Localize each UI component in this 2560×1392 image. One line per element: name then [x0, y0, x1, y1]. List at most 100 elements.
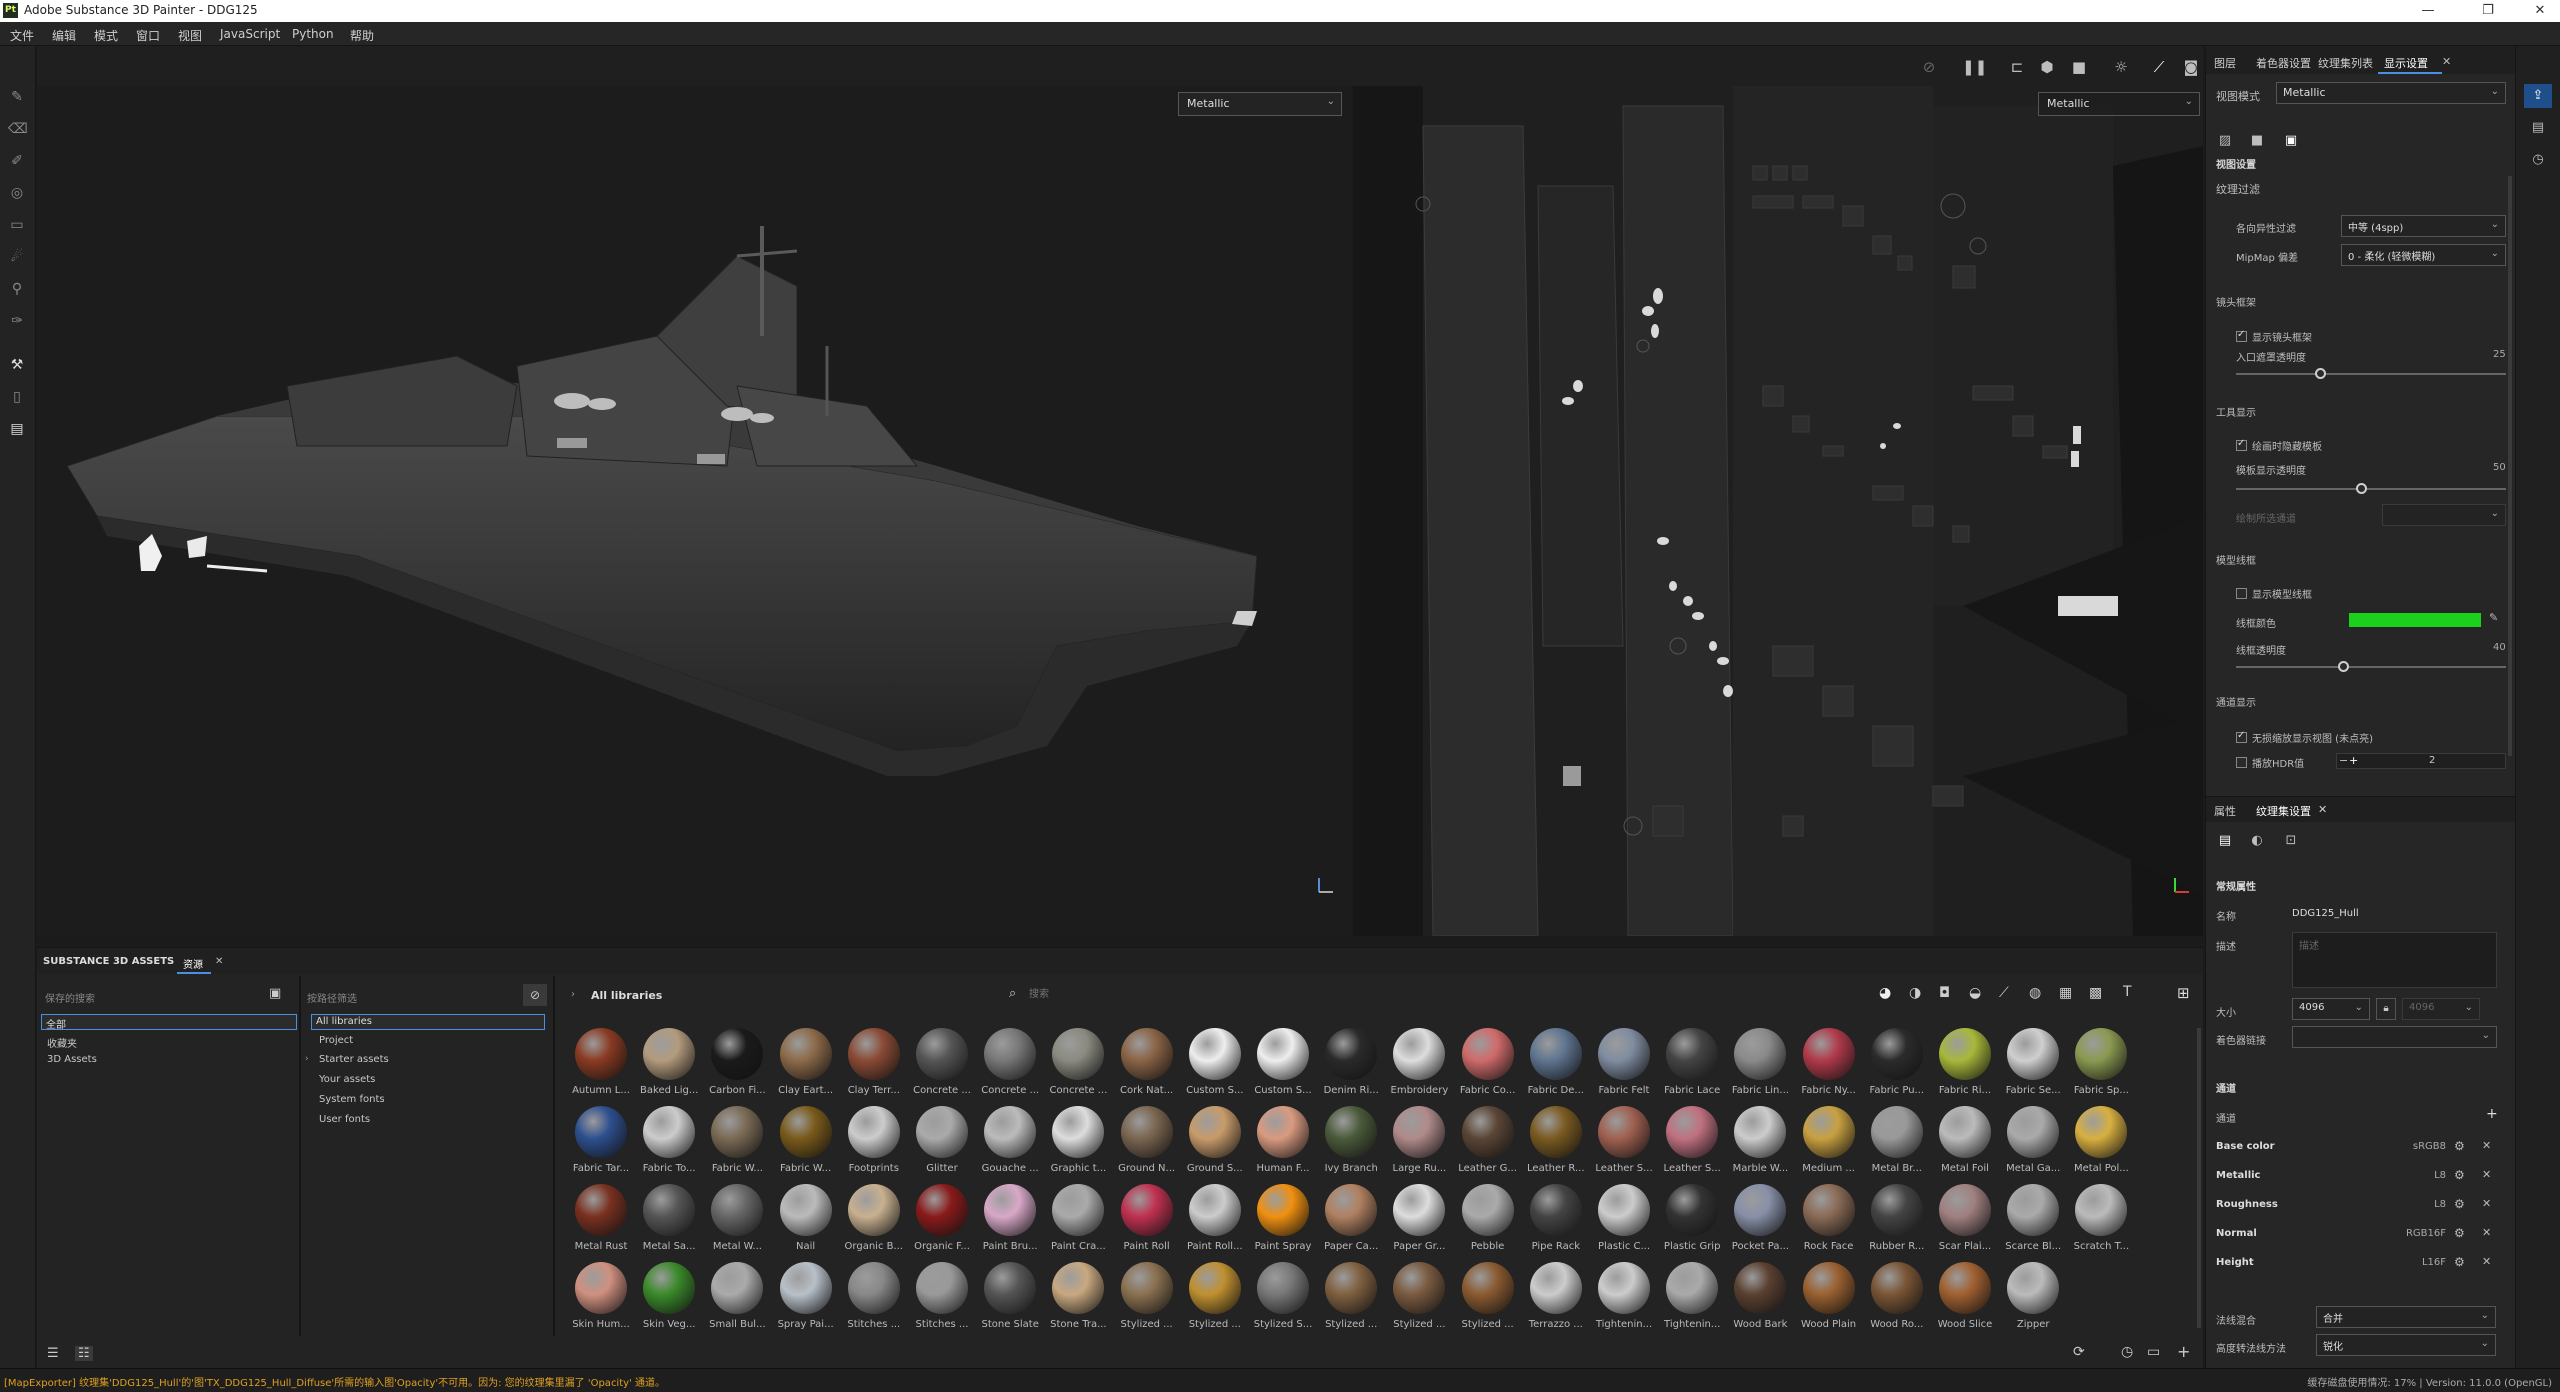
asset-item[interactable]: Stone Slate [976, 1262, 1044, 1340]
isolate-checkbox[interactable] [2236, 730, 2247, 743]
menu-javascript[interactable]: JavaScript [220, 27, 280, 41]
show-frame-checkbox[interactable] [2236, 329, 2247, 342]
asset-item[interactable]: Fabric Tar... [567, 1106, 635, 1184]
settings-icon[interactable]: ⚙ [2454, 1226, 2465, 1240]
screenshot-icon[interactable]: ◙ [2180, 56, 2202, 78]
pause-icon[interactable]: ❚❚ [1962, 56, 1987, 78]
environment-icon[interactable]: ▨ [2214, 130, 2236, 152]
asset-item[interactable]: Marble W... [1726, 1106, 1794, 1184]
asset-item[interactable]: Rock Face [1795, 1184, 1863, 1262]
asset-item[interactable]: Concrete ... [1044, 1028, 1112, 1106]
mask-filter-icon[interactable]: ◘ [1939, 985, 1950, 1001]
hdr-input[interactable]: − + 2 [2336, 753, 2506, 769]
asset-item[interactable]: Gouache ... [976, 1106, 1044, 1184]
asset-item[interactable]: Stylized ... [1385, 1262, 1453, 1340]
settings-icon[interactable]: ⚙ [2454, 1139, 2465, 1153]
asset-item[interactable]: Graphic t... [1044, 1106, 1112, 1184]
library-item-user-fonts[interactable]: User fonts [319, 1114, 370, 1125]
channel-row[interactable]: Roughness L8 ⚙ ✕ [2206, 1196, 2516, 1216]
asset-item[interactable]: Denim Ri... [1317, 1028, 1385, 1106]
asset-item[interactable]: Plastic Grip [1658, 1184, 1726, 1262]
shader-link-dropdown[interactable]: ⌄ [2292, 1026, 2497, 1048]
export-tool-icon[interactable]: ▤ [8, 420, 26, 438]
uv-icon[interactable]: ⊡ [2280, 830, 2302, 852]
eraser-tool-icon[interactable]: ⌫ [8, 120, 28, 138]
asset-item[interactable]: Zipper [1999, 1262, 2067, 1340]
asset-item[interactable]: Metal W... [703, 1184, 771, 1262]
asset-item[interactable]: Concrete ... [976, 1028, 1044, 1106]
add-asset-icon[interactable]: + [2177, 1342, 2190, 1361]
left-list-item-3d-assets[interactable]: 3D Assets [47, 1054, 97, 1065]
asset-item[interactable]: Metal Sa... [635, 1184, 703, 1262]
asset-item[interactable]: Ivy Branch [1317, 1106, 1385, 1184]
asset-item[interactable]: Metal Pol... [2067, 1106, 2135, 1184]
asset-item[interactable]: Stylized S... [1249, 1262, 1317, 1340]
asset-item[interactable]: Embroidery [1385, 1028, 1453, 1106]
tab-texture-set-list[interactable]: 纹理集列表 [2318, 55, 2373, 71]
viewport-3d-mode-dropdown[interactable]: Metallic ⌄ [1178, 92, 1342, 116]
menu-mode[interactable]: 模式 [94, 27, 118, 44]
clone-tool-icon[interactable]: ⚲ [8, 280, 26, 298]
refresh-icon[interactable]: ⟳ [2073, 1344, 2085, 1360]
asset-item[interactable]: Leather G... [1454, 1106, 1522, 1184]
document-icon[interactable]: ▤ [2524, 116, 2552, 140]
wire-opacity-slider[interactable] [2236, 666, 2506, 668]
asset-item[interactable]: Ground S... [1181, 1106, 1249, 1184]
asset-item[interactable]: Leather S... [1590, 1106, 1658, 1184]
settings-icon[interactable]: ⚙ [2454, 1168, 2465, 1182]
template-opacity-slider[interactable] [2236, 488, 2506, 490]
asset-item[interactable]: Ground N... [1113, 1106, 1181, 1184]
asset-item[interactable]: Metal Rust [567, 1184, 635, 1262]
menu-file[interactable]: 文件 [10, 27, 34, 44]
tab-display-settings[interactable]: 显示设置 [2384, 55, 2428, 71]
asset-item[interactable]: Pocket Pa... [1726, 1184, 1794, 1262]
asset-item[interactable]: Stitches ... [840, 1262, 908, 1340]
hide-template-checkbox[interactable] [2236, 438, 2247, 451]
filter-hide-icon[interactable]: ⊘ [523, 984, 547, 1006]
left-list-item-all[interactable]: 全部 [41, 1014, 297, 1031]
show-wireframe-checkbox[interactable] [2236, 588, 2247, 599]
channel-row[interactable]: Metallic L8 ⚙ ✕ [2206, 1167, 2516, 1187]
asset-item[interactable]: Small Bul... [703, 1262, 771, 1340]
asset-item[interactable]: Pebble [1454, 1184, 1522, 1262]
asset-item[interactable]: Metal Ga... [1999, 1106, 2067, 1184]
menu-window[interactable]: 窗口 [136, 27, 160, 44]
bake-tool-icon[interactable]: ⚒ [8, 356, 26, 374]
asset-item[interactable]: Paint Spray [1249, 1184, 1317, 1262]
tab-substance-assets[interactable]: SUBSTANCE 3D ASSETS [43, 956, 174, 967]
asset-item[interactable]: Pipe Rack [1522, 1184, 1590, 1262]
frame-opacity-knob[interactable] [2315, 368, 2326, 379]
menu-view[interactable]: 视图 [178, 27, 202, 44]
settings-icon[interactable]: ⚙ [2454, 1197, 2465, 1211]
library-item-system-fonts[interactable]: System fonts [319, 1094, 385, 1105]
grid-view-icon[interactable]: ⊞ [2177, 984, 2190, 1002]
minus-icon[interactable]: − [2339, 754, 2348, 767]
asset-item[interactable]: Baked Lig... [635, 1028, 703, 1106]
asset-item[interactable]: Organic B... [840, 1184, 908, 1262]
asset-item[interactable]: Nail [772, 1184, 840, 1262]
normal-orient-dropdown[interactable]: 锐化 ⌄ [2316, 1334, 2496, 1356]
asset-item[interactable]: Fabric Lin... [1726, 1028, 1794, 1106]
asset-item[interactable]: Leather R... [1522, 1106, 1590, 1184]
asset-item[interactable]: Paint Roll... [1181, 1184, 1249, 1262]
library-item-your-assets[interactable]: Your assets [319, 1074, 375, 1085]
texture-set-icon[interactable]: ▤ [2214, 830, 2236, 852]
minimize-button[interactable]: — [2408, 1, 2448, 21]
close-window-button[interactable]: ✕ [2520, 1, 2560, 21]
asset-item[interactable]: Skin Veg... [635, 1262, 703, 1340]
texture-filter-icon[interactable]: ▦ [2059, 985, 2072, 1001]
remove-channel-icon[interactable]: ✕ [2482, 1226, 2491, 1239]
material-icon[interactable]: ◐ [2246, 830, 2268, 852]
asset-item[interactable]: Cork Nat... [1113, 1028, 1181, 1106]
channel-row[interactable]: Normal RGB16F ⚙ ✕ [2206, 1225, 2516, 1245]
asset-item[interactable]: Fabric Ri... [1931, 1028, 1999, 1106]
save-icon[interactable]: ▣ [269, 986, 281, 1001]
library-item-project[interactable]: Project [319, 1035, 353, 1046]
close-props-tab-icon[interactable]: ✕ [2318, 803, 2327, 816]
channel-row[interactable]: Base color sRGB8 ⚙ ✕ [2206, 1138, 2516, 1158]
asset-item[interactable]: Fabric Co... [1454, 1028, 1522, 1106]
asset-item[interactable]: Stone Tra... [1044, 1262, 1112, 1340]
asset-search-input[interactable] [1029, 984, 1229, 1004]
asset-item[interactable]: Fabric Se... [1999, 1028, 2067, 1106]
brush-tool-icon[interactable]: ✎ [8, 88, 26, 106]
